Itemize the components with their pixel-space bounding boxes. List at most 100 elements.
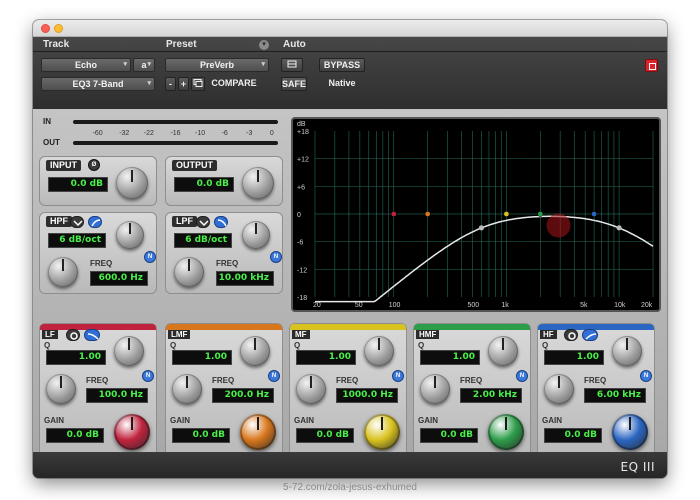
hpf-freq-knob[interactable] [48,257,78,287]
band-n-icon[interactable]: N [516,370,528,382]
band-freq-label: FREQ [584,376,607,385]
lf-shelf-curve-icon[interactable] [84,329,100,341]
band-q-display[interactable]: 1.00 [46,350,106,365]
input-gain-knob[interactable] [116,167,148,199]
header-divider [33,51,667,52]
auto-label: Auto [283,39,306,50]
safe-button[interactable]: SAFE [281,77,307,91]
lpf-slope-display[interactable]: 6 dB/oct [174,233,232,248]
preset-previous-button[interactable]: - [165,77,176,91]
band-freq-display[interactable]: 200.0 Hz [212,388,274,403]
hpf-enable-icon[interactable] [70,216,84,228]
band-gain-display[interactable]: 0.0 dB [172,428,230,443]
band-freq-display[interactable]: 1000.0 Hz [336,388,398,403]
bypass-button[interactable]: BYPASS [319,58,365,72]
band-q-display[interactable]: 1.00 [420,350,480,365]
title-bar [33,20,667,37]
band-freq-display[interactable]: 2.00 kHz [460,388,522,403]
band-freq-display[interactable]: 100.0 Hz [86,388,148,403]
band-q-knob[interactable] [364,336,394,366]
phase-invert-icon[interactable]: Ø [88,159,100,171]
compare-button[interactable]: COMPARE [208,77,260,91]
output-gain-display[interactable]: 0.0 dB [174,177,234,192]
channel-selector[interactable]: a ▾ [133,58,155,72]
lf-shelf-type-icon[interactable] [66,329,80,341]
lpf-section: LPF 6 dB/oct N FREQ 10.00 kHz [165,212,283,294]
band-freq-label: FREQ [460,376,483,385]
lpf-freq-label: FREQ [216,259,239,268]
preset-label: Preset [166,39,197,50]
y-axis-label: +18 [297,129,309,136]
band-mf-section: MF Q 1.00 N FREQ 1000.0 Hz GAIN 0.0 dB [289,323,407,459]
preset-next-button[interactable]: + [178,77,189,91]
hpf-n-icon[interactable]: N [144,251,156,263]
band-q-label: Q [542,341,549,350]
lpf-slope-icon[interactable] [214,216,228,228]
copy-settings-button[interactable] [191,77,205,91]
in-meter [73,120,278,124]
band-q-label: Q [294,341,301,350]
eq-curve-svg[interactable]: dB+18 +12 +6 0 -6 -12 -18 20 50 100 500 1k 5k 10k 20k [293,119,659,310]
band-n-icon[interactable]: N [142,370,154,382]
chevron-down-icon: ▾ [147,61,151,68]
band-gain-display[interactable]: 0.0 dB [544,428,602,443]
lpf-n-icon[interactable]: N [270,251,282,263]
band-freq-knob[interactable] [172,374,202,404]
band-gain-knob[interactable] [240,414,276,450]
eq-curve-display[interactable]: dB +18 +12 +6 0 -6 -12 -18 20 50 100 500 1k 5k 10k 20k [291,117,661,312]
band-gain-knob[interactable] [612,414,648,450]
band-n-icon[interactable]: N [268,370,280,382]
band-n-icon[interactable]: N [392,370,404,382]
band-freq-knob[interactable] [296,374,326,404]
band-handle [390,211,397,217]
lpf-freq-display[interactable]: 10.00 kHz [216,271,274,286]
hpf-slope-knob[interactable] [116,221,144,249]
band-gain-knob[interactable] [488,414,524,450]
lpf-enable-icon[interactable] [196,216,210,228]
band-gain-display[interactable]: 0.0 dB [296,428,354,443]
meter-scale-tick: -6 [221,130,228,137]
band-q-knob[interactable] [240,336,270,366]
band-freq-display[interactable]: 6.00 kHz [584,388,646,403]
band-q-display[interactable]: 1.00 [544,350,604,365]
track-selector[interactable]: Echo ▾ [41,58,131,72]
band-q-knob[interactable] [114,336,144,366]
lpf-slope-knob[interactable] [242,221,270,249]
in-meter-label: IN [43,117,51,126]
preset-selector[interactable]: PreVerb ▾ [165,58,269,72]
band-gain-knob[interactable] [364,414,400,450]
hpf-slope-icon[interactable] [88,216,102,228]
band-gain-display[interactable]: 0.0 dB [46,428,104,443]
input-gain-display[interactable]: 0.0 dB [48,177,108,192]
band-q-knob[interactable] [612,336,642,366]
x-axis-label: 1k [501,302,509,309]
meter-scale-tick: -22 [143,130,154,137]
hf-shelf-type-icon[interactable] [564,329,578,341]
copy-icon [193,79,203,87]
band-name: MF [292,330,310,339]
signal-path-icon[interactable] [645,59,658,72]
band-gain-display[interactable]: 0.0 dB [420,428,478,443]
preset-menu-icon[interactable]: ▾ [259,40,269,50]
lpf-freq-knob[interactable] [174,257,204,287]
band-q-knob[interactable] [488,336,518,366]
band-freq-knob[interactable] [420,374,450,404]
band-gain-knob[interactable] [114,414,150,450]
band-q-display[interactable]: 1.00 [296,350,356,365]
plugin-selector[interactable]: EQ3 7-Band ▾ [41,77,155,91]
automation-button[interactable] [281,58,303,72]
band-n-icon[interactable]: N [640,370,652,382]
output-gain-knob[interactable] [242,167,274,199]
hpf-slope-display[interactable]: 6 dB/oct [48,233,106,248]
hpf-section: HPF 6 dB/oct N FREQ 600.0 Hz [39,212,157,294]
channel-name: a [141,60,147,70]
minimize-window-button[interactable] [54,24,63,33]
band-q-display[interactable]: 1.00 [172,350,232,365]
band-freq-knob[interactable] [544,374,574,404]
x-axis-label: 5k [580,302,588,309]
y-axis-label: +6 [297,184,305,191]
close-window-button[interactable] [41,24,50,33]
hf-shelf-curve-icon[interactable] [582,329,598,341]
hpf-freq-display[interactable]: 600.0 Hz [90,271,148,286]
band-freq-knob[interactable] [46,374,76,404]
